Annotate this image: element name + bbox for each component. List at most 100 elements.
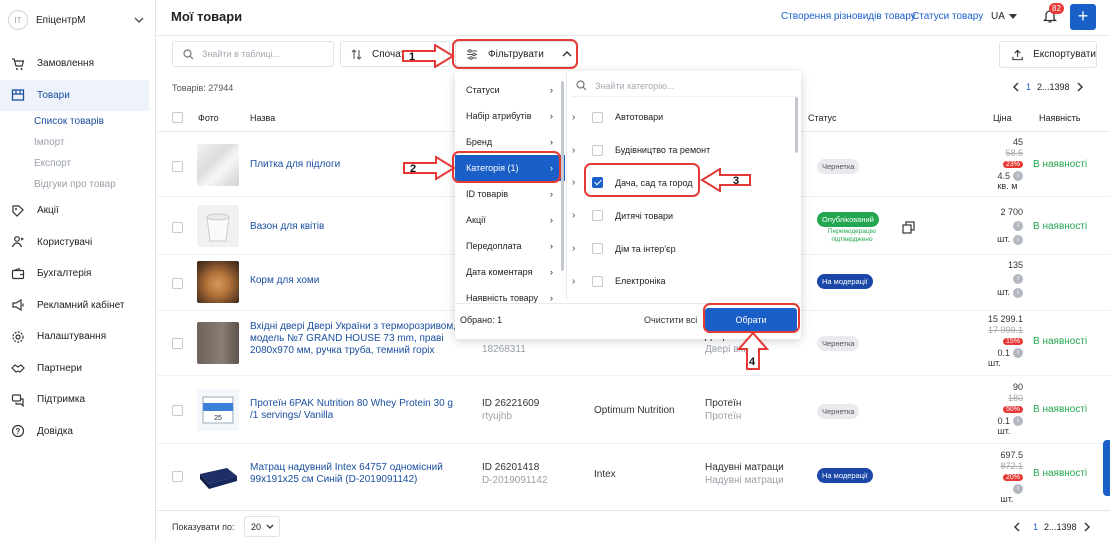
info-icon[interactable]: i	[1013, 484, 1023, 495]
info-icon[interactable]: i	[1013, 221, 1023, 232]
expand-icon[interactable]: ›	[572, 243, 582, 254]
subnav-import[interactable]: Імпорт	[34, 132, 155, 153]
filter-menu-item[interactable]: Наявність товару ›	[455, 285, 565, 303]
filter-menu-item[interactable]: ID товарів ›	[455, 181, 565, 207]
expand-icon[interactable]: ›	[572, 112, 582, 123]
page-range[interactable]: 2...1398	[1044, 522, 1077, 532]
info-icon[interactable]: i	[1013, 287, 1023, 298]
info-icon[interactable]: i	[1013, 171, 1023, 182]
product-name[interactable]: Матрац надувний Intex 64757 одномісний 9…	[250, 462, 460, 486]
product-statuses-link[interactable]: Статуси товару	[912, 11, 983, 22]
per-page-select[interactable]: 20	[244, 516, 280, 537]
category-checkbox[interactable]	[592, 210, 603, 222]
product-photo[interactable]: 25	[197, 389, 239, 431]
category-item-garden[interactable]: › Дача, сад та город	[572, 167, 794, 200]
product-name[interactable]: Вхідні двері Двері України з терморозрив…	[250, 321, 470, 357]
info-icon[interactable]: i	[1013, 274, 1023, 285]
copy-icon[interactable]	[902, 221, 915, 234]
product-name[interactable]: Плитка для підлоги	[250, 159, 340, 171]
side-widget-tab[interactable]	[1103, 440, 1110, 496]
chevron-right-icon[interactable]	[1083, 522, 1091, 532]
category-checkbox[interactable]	[592, 243, 603, 255]
store-switcher[interactable]: IT ЕпіцентрМ	[8, 9, 148, 31]
filter-menu-item[interactable]: Набір атрибутів ›	[455, 103, 565, 129]
nav-products[interactable]: Товари	[0, 79, 149, 111]
expand-icon[interactable]: ›	[572, 210, 582, 221]
filter-menu-item[interactable]: Акції ›	[455, 207, 565, 233]
product-photo[interactable]	[197, 261, 239, 303]
nav-ads[interactable]: Рекламний кабінет	[0, 290, 155, 322]
clear-all-button[interactable]: Очистити всі	[644, 315, 697, 325]
row-checkbox[interactable]	[172, 471, 183, 482]
page-title: Мої товари	[171, 9, 243, 24]
category-scrollbar[interactable]	[795, 97, 798, 153]
subnav-reviews[interactable]: Відгуки про товар	[34, 174, 155, 195]
row-checkbox[interactable]	[172, 161, 183, 172]
product-name[interactable]: Протеїн 6PAK Nutrition 80 Whey Protein 3…	[250, 398, 460, 422]
expand-icon[interactable]: ›	[572, 276, 582, 287]
nav-partners[interactable]: Партнери	[0, 353, 155, 385]
category-item[interactable]: › Автотовари	[572, 101, 794, 134]
info-icon[interactable]: i	[1013, 348, 1023, 359]
product-photo[interactable]	[197, 456, 239, 498]
row-checkbox[interactable]	[172, 338, 183, 349]
chevron-right-icon[interactable]	[1076, 82, 1084, 92]
create-variants-link[interactable]: Створення різновидів товару	[781, 11, 916, 22]
apply-filter-button[interactable]: Обрати	[705, 308, 797, 332]
table-row[interactable]: 25 Протеїн 6PAK Nutrition 80 Whey Protei…	[157, 376, 1110, 444]
language-select[interactable]: UA	[991, 11, 1017, 22]
row-checkbox[interactable]	[172, 222, 183, 233]
nav-help[interactable]: ? Довідка	[0, 416, 155, 448]
export-button[interactable]: Експортувати	[999, 41, 1097, 68]
select-all-checkbox[interactable]	[172, 112, 183, 123]
chevron-left-icon[interactable]	[1013, 522, 1021, 532]
filter-menu-item[interactable]: Статуси ›	[455, 77, 565, 103]
category-search[interactable]	[572, 75, 797, 97]
table-search[interactable]	[172, 41, 334, 67]
product-photo[interactable]	[197, 144, 239, 186]
subnav-product-list[interactable]: Список товарів	[34, 111, 155, 132]
product-photo[interactable]	[197, 322, 239, 364]
nav-users[interactable]: Користувачі	[0, 227, 155, 259]
filter-popup: Статуси › Набір атрибутів › Бренд › Категор…	[455, 71, 801, 339]
nav-promotions[interactable]: Акції	[0, 195, 155, 227]
table-row[interactable]: Матрац надувний Intex 64757 одномісний 9…	[157, 444, 1110, 510]
col-status: Статус	[808, 113, 837, 123]
product-name[interactable]: Вазон для квітів	[250, 221, 324, 233]
category-item[interactable]: › Електроніка	[572, 265, 794, 298]
nav-support[interactable]: Підтримка	[0, 384, 155, 416]
product-photo[interactable]	[197, 205, 239, 247]
row-checkbox[interactable]	[172, 405, 183, 416]
add-product-button[interactable]: +	[1070, 4, 1096, 30]
expand-icon[interactable]: ›	[572, 145, 582, 156]
info-icon[interactable]: i	[1013, 416, 1023, 427]
category-checkbox[interactable]	[592, 275, 603, 287]
category-item[interactable]: › Дитячі товари	[572, 199, 794, 232]
info-icon[interactable]: i	[1013, 234, 1023, 245]
filter-menu-item[interactable]: Передоплата ›	[455, 233, 565, 259]
filter-button[interactable]: Фільтрувати	[455, 41, 577, 67]
category-search-input[interactable]	[595, 80, 785, 91]
category-item[interactable]: › Будівництво та ремонт	[572, 134, 794, 167]
filter-menu-item[interactable]: Бренд ›	[455, 129, 565, 155]
subnav-export[interactable]: Експорт	[34, 153, 155, 174]
chevron-down-icon[interactable]	[132, 13, 146, 27]
filter-menu-item[interactable]: Дата коментаря ›	[455, 259, 565, 285]
product-name[interactable]: Корм для хоми	[250, 275, 319, 287]
expand-icon[interactable]: ›	[572, 177, 582, 188]
page-current[interactable]: 1	[1026, 82, 1031, 92]
category-checkbox[interactable]	[592, 111, 603, 123]
nav-settings[interactable]: Налаштування	[0, 321, 155, 353]
nav-accounting[interactable]: Бухгалтерія	[0, 258, 155, 290]
category-item[interactable]: › Дім та інтер'єр	[572, 232, 794, 265]
chevron-left-icon[interactable]	[1012, 82, 1020, 92]
filter-menu-scrollbar[interactable]	[561, 81, 564, 271]
category-checkbox[interactable]	[592, 144, 603, 156]
row-checkbox[interactable]	[172, 278, 183, 289]
category-checkbox-checked[interactable]	[592, 177, 603, 189]
page-current[interactable]: 1	[1033, 522, 1038, 532]
filter-menu-item-category[interactable]: Категорія (1) ›	[455, 155, 565, 181]
table-search-input[interactable]	[202, 49, 322, 59]
nav-orders[interactable]: Замовлення	[0, 48, 155, 80]
page-range[interactable]: 2...1398	[1037, 82, 1070, 92]
